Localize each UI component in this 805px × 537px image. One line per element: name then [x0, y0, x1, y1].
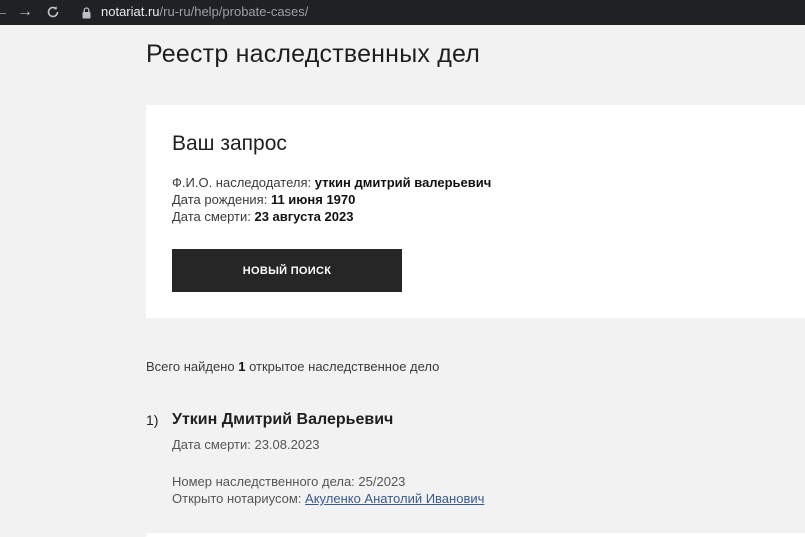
reload-icon[interactable]	[44, 2, 62, 22]
query-card: Ваш запрос Ф.И.О. наследодателя: уткин д…	[146, 105, 805, 318]
field-value: уткин дмитрий валерьевич	[314, 175, 492, 190]
results-summary: Всего найдено 1 открытое наследственное …	[146, 358, 439, 375]
browser-toolbar: ← → notariat.ru/ru-ru/help/probate-cases…	[0, 0, 805, 25]
case-number-value: 25/2023	[358, 474, 406, 489]
arrow-right-icon[interactable]: →	[16, 2, 34, 22]
query-heading: Ваш запрос	[172, 132, 287, 155]
field-deceased-name: Ф.И.О. наследодателя: уткин дмитрий вале…	[172, 174, 491, 191]
field-birth-date: Дата рождения: 11 июня 1970	[172, 191, 355, 208]
address-bar[interactable]: notariat.ru/ru-ru/help/probate-cases/	[72, 0, 805, 24]
page-title: Реестр наследственных дел	[146, 40, 481, 68]
death-date-label: Дата смерти:	[172, 437, 251, 452]
summary-suffix: открытое наследственное дело	[249, 359, 440, 374]
result-name: Уткин Дмитрий Валерьевич	[172, 411, 394, 428]
result-case-number: Номер наследственного дела: 25/2023	[172, 473, 405, 490]
field-value: 11 июня 1970	[270, 192, 356, 207]
url-path: /ru-ru/help/probate-cases/	[159, 4, 309, 19]
arrow-left-icon[interactable]: ←	[0, 2, 10, 22]
summary-count: 1	[238, 359, 246, 374]
url-text: notariat.ru/ru-ru/help/probate-cases/	[101, 4, 308, 20]
new-search-button[interactable]: Новый поиск	[172, 249, 402, 292]
lock-icon[interactable]	[82, 6, 91, 19]
result-index: 1)	[146, 412, 159, 428]
field-label: Дата смерти:	[172, 209, 251, 224]
field-label: Ф.И.О. наследодателя:	[172, 175, 312, 190]
result-notary: Открыто нотариусом: Акуленко Анатолий Ив…	[172, 490, 484, 507]
next-card-edge	[146, 533, 805, 537]
summary-prefix: Всего найдено	[146, 359, 235, 374]
field-value: 23 августа 2023	[254, 209, 354, 224]
field-label: Дата рождения:	[172, 192, 268, 207]
field-death-date: Дата смерти: 23 августа 2023	[172, 208, 353, 225]
notary-link[interactable]: Акуленко Анатолий Иванович	[305, 491, 484, 506]
url-host: notariat.ru	[101, 4, 160, 19]
result-death-date: Дата смерти: 23.08.2023	[172, 436, 320, 453]
case-number-label: Номер наследственного дела:	[172, 474, 355, 489]
notary-label: Открыто нотариусом:	[172, 491, 302, 506]
death-date-value: 23.08.2023	[254, 437, 320, 452]
